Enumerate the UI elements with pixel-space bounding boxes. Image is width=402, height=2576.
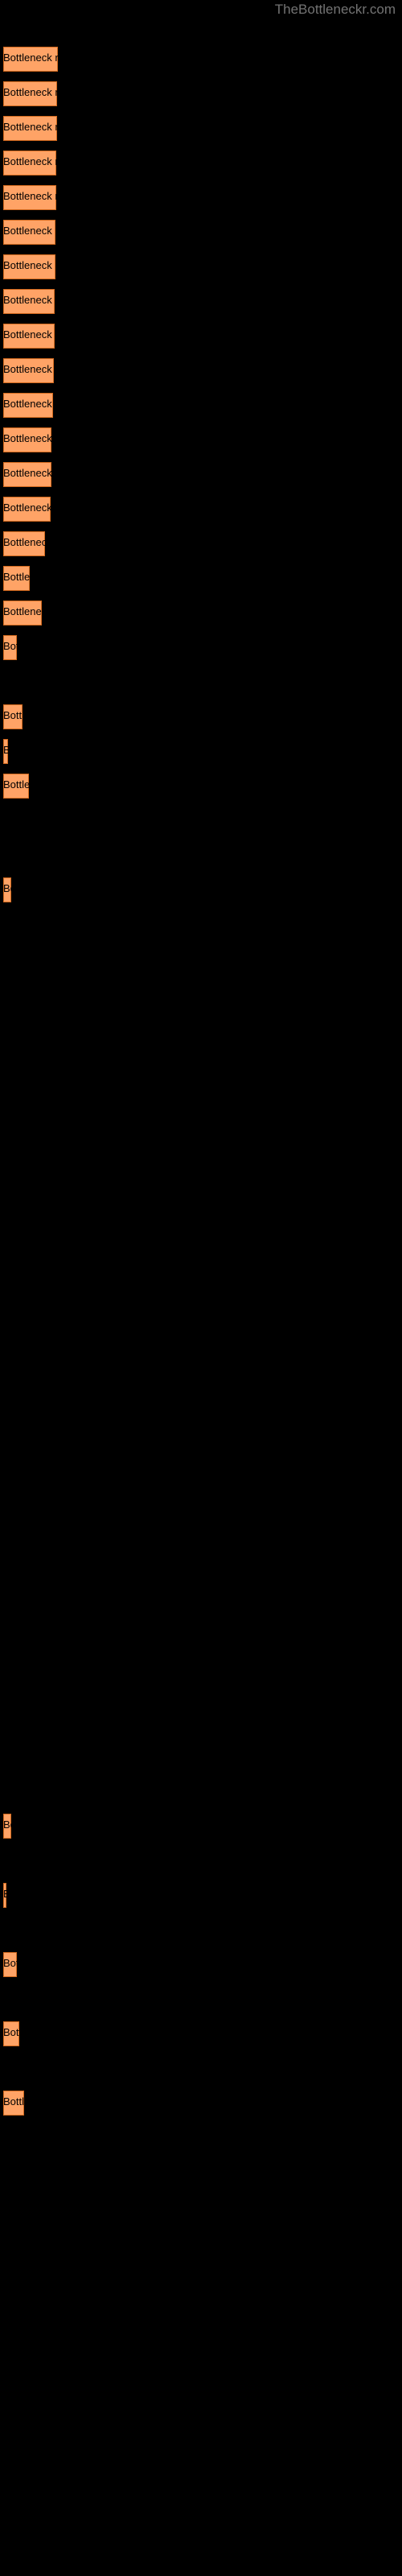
bar-segment	[3, 358, 54, 383]
bar-segment	[3, 427, 51, 452]
bar-segment	[3, 566, 30, 591]
site-title: TheBottleneckr.com	[274, 2, 396, 17]
bar-label: Bottleneck result	[3, 1888, 81, 1900]
bar-segment	[3, 877, 11, 902]
bar-segment	[3, 462, 51, 487]
bar-segment	[3, 601, 42, 625]
bar-segment	[3, 774, 29, 799]
bar-label: Bottleneck result	[3, 744, 81, 756]
bar-chart: Bottleneck result Bottleneck result Bottle…	[0, 0, 402, 2576]
bar-segment	[3, 1952, 17, 1977]
bar-segment	[3, 531, 45, 556]
bar-segment	[3, 739, 8, 764]
bar-segment	[3, 254, 55, 279]
bar-segment	[3, 116, 57, 141]
bar-segment	[3, 289, 55, 314]
bar-segment	[3, 1883, 6, 1908]
bar-segment	[3, 151, 56, 175]
bar-segment	[3, 47, 58, 72]
bar-segment	[3, 81, 57, 106]
bar-segment	[3, 1814, 11, 1839]
bar-label: Bottleneck result	[3, 882, 81, 894]
bar-label: Bottleneck result	[3, 1818, 81, 1831]
bar-segment	[3, 2021, 19, 2046]
bar-segment	[3, 2091, 24, 2116]
bar-segment	[3, 220, 55, 245]
bar-segment	[3, 704, 23, 729]
bar-segment	[3, 497, 51, 522]
bar-segment	[3, 185, 56, 210]
bar-segment	[3, 635, 17, 660]
bar-segment	[3, 324, 55, 349]
bar-segment	[3, 393, 53, 418]
